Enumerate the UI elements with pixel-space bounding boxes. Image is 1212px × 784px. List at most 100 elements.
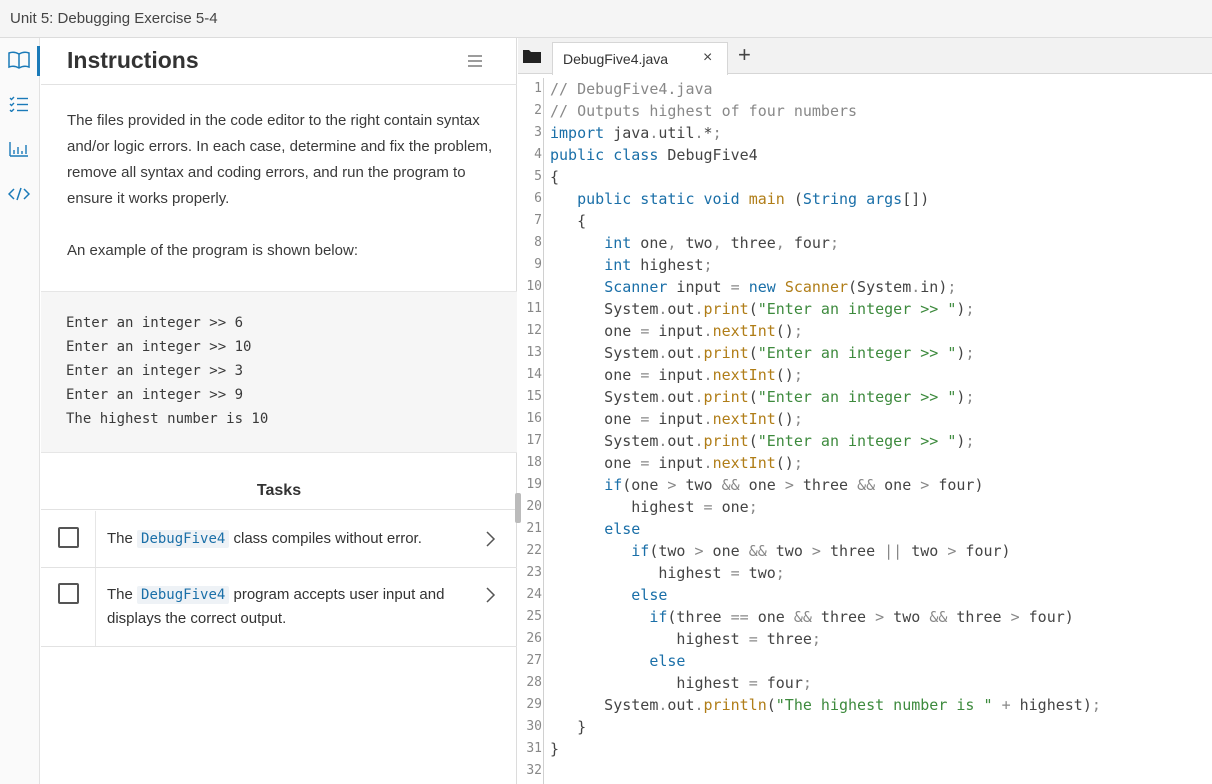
code-line: one = input.nextInt(); [550,366,803,384]
line-number: 17 [526,433,542,448]
line-number: 9 [534,257,542,272]
example-label: An example of the program is shown below… [67,242,358,259]
window-title: Unit 5: Debugging Exercise 5-4 [10,10,218,27]
task-checkbox[interactable] [58,583,79,604]
chevron-right-icon[interactable] [483,530,497,548]
code-line: System.out.print("Enter an integer >> ")… [550,300,975,318]
code-editor: DebugFive4.java × + 1 2 3 4 5 6 7 8 9 10 11 12 13 14 1… [515,38,1212,784]
line-number: 11 [526,301,542,316]
code-line: one = input.nextInt(); [550,322,803,340]
line-number: 1 [534,81,542,96]
task-checkbox[interactable] [58,527,79,548]
line-number: 20 [526,499,542,514]
code-area[interactable]: // DebugFive4.java // Outputs highest of … [550,78,1210,784]
line-number: 13 [526,345,542,360]
code-line: // Outputs highest of four numbers [550,102,858,120]
code-line: if(two > one && two > three || two > fou… [631,542,1011,560]
code-line: { [550,168,560,186]
editor-tab-bar: DebugFive4.java × + [518,38,1212,75]
line-number: 27 [526,653,542,668]
line-number: 23 [526,565,542,580]
task-divider [95,511,96,567]
code-line: one = input.nextInt(); [550,454,803,472]
code-icon[interactable] [6,182,32,206]
code-line: System.out.print("Enter an integer >> ")… [550,388,975,406]
class-name-code: DebugFive4 [137,586,230,604]
line-number: 14 [526,367,542,382]
list-icon[interactable] [6,92,32,116]
code-line: else [631,586,668,604]
line-number: 12 [526,323,542,338]
folder-icon[interactable] [522,48,542,64]
line-number: 29 [526,697,542,712]
line-number-gutter: 1 2 3 4 5 6 7 8 9 10 11 12 13 14 15 16 17 18 19 20 21 22 23 24 2… [515,78,544,784]
task-divider [95,568,96,646]
line-number: 32 [526,763,542,778]
line-number: 16 [526,411,542,426]
code-line: public static void main (String args[]) [577,190,930,208]
code-line: { [550,212,587,230]
line-number: 19 [526,477,542,492]
code-line: int one, two, three, four; [604,234,839,252]
line-number: 15 [526,389,542,404]
close-tab-icon[interactable]: × [703,49,712,67]
line-number: 30 [526,719,542,734]
line-number: 26 [526,631,542,646]
rail-active-indicator [37,46,40,76]
sample-output-line: Enter an integer >> 3 [66,363,244,379]
line-number: 24 [526,587,542,602]
left-rail [0,38,40,784]
tasks-heading: Tasks [256,482,302,499]
code-line: if(three == one && three > two && three … [649,608,1074,626]
code-line: import java.util.*; [550,124,722,142]
code-line: } [550,740,560,758]
code-line: highest = three; [550,630,821,648]
book-icon[interactable] [6,48,32,72]
code-line: public class DebugFive4 [550,146,758,164]
instructions-header: Instructions [41,38,517,85]
hamburger-menu-icon[interactable] [467,53,483,69]
code-line: } [550,718,587,736]
file-tab[interactable]: DebugFive4.java × [552,42,728,75]
line-number: 22 [526,543,542,558]
tasks-header: Tasks [41,454,517,510]
instructions-heading: Instructions [67,47,199,73]
sample-output-line: Enter an integer >> 10 [66,339,252,355]
task-item[interactable]: The DebugFive4 program accepts user inpu… [41,568,517,647]
sample-output-line: The highest number is 10 [66,411,269,427]
code-line: highest = two; [550,564,785,582]
code-line: else [604,520,641,538]
line-number: 6 [534,191,542,206]
class-name-code: DebugFive4 [137,530,230,548]
code-line: System.out.println("The highest number i… [550,696,1101,714]
line-number: 4 [534,147,542,162]
sample-output-line: Enter an integer >> 9 [66,387,244,403]
title-bar: Unit 5: Debugging Exercise 5-4 [0,0,1212,38]
code-line: if(one > two && one > three && one > fou… [604,476,984,494]
code-line: one = input.nextInt(); [550,410,803,428]
code-line: // DebugFive4.java [550,80,713,98]
line-number: 31 [526,741,542,756]
line-number: 3 [534,125,542,140]
new-tab-button[interactable]: + [738,42,751,68]
task-item[interactable]: The DebugFive4 class compiles without er… [41,511,517,568]
line-number: 2 [534,103,542,118]
code-line: int highest; [604,256,713,274]
code-line: highest = one; [550,498,758,516]
line-number: 21 [526,521,542,536]
line-number: 25 [526,609,542,624]
code-line: else [649,652,686,670]
line-number: 5 [534,169,542,184]
instructions-panel: Instructions The files provided in the c… [41,38,517,784]
line-number: 10 [526,279,542,294]
task-text: The DebugFive4 class compiles without er… [107,530,422,548]
chevron-right-icon[interactable] [483,586,497,604]
sample-output-block: Enter an integer >> 6 Enter an integer >… [41,291,517,453]
line-number: 28 [526,675,542,690]
line-number: 18 [526,455,542,470]
task-text: The DebugFive4 program accepts user inpu… [107,586,445,627]
chart-icon[interactable] [6,137,32,161]
line-number: 8 [534,235,542,250]
file-tab-label: DebugFive4.java [563,51,669,67]
code-line: System.out.print("Enter an integer >> ")… [550,344,975,362]
